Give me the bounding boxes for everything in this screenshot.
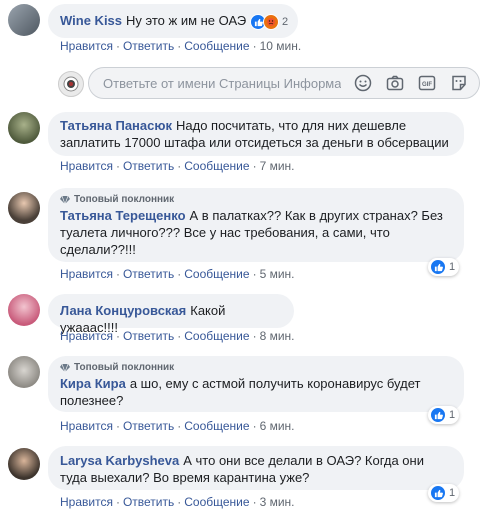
reactions-summary[interactable]: 1 — [428, 484, 460, 502]
message-link[interactable]: Сообщение — [184, 159, 249, 173]
comment-author[interactable]: Татьяна Панасюк — [60, 118, 172, 133]
reply-link[interactable]: Ответить — [123, 495, 174, 509]
comment-time[interactable]: 5 мин. — [260, 267, 295, 281]
message-link[interactable]: Сообщение — [184, 267, 249, 281]
reply-input[interactable] — [101, 74, 343, 92]
comment-actions: Нравится · Ответить · Сообщение · 6 мин. — [60, 419, 295, 433]
like-link[interactable]: Нравится — [60, 419, 113, 433]
comment-author[interactable]: Wine Kiss — [60, 13, 122, 28]
haha-reaction-icon — [263, 14, 279, 30]
like-reaction-icon — [430, 407, 446, 423]
reactions-summary[interactable]: 2 — [248, 13, 292, 31]
top-fan-icon — [60, 363, 70, 373]
message-link[interactable]: Сообщение — [184, 39, 249, 53]
reply-link[interactable]: Ответить — [123, 159, 174, 173]
like-link[interactable]: Нравится — [60, 159, 113, 173]
avatar[interactable] — [8, 356, 40, 388]
camera-icon[interactable] — [383, 71, 407, 95]
reply-link[interactable]: Ответить — [123, 39, 174, 53]
comment-author[interactable]: Лана Концуровская — [60, 303, 186, 318]
reactions-count: 2 — [282, 16, 289, 28]
like-reaction-icon — [430, 485, 446, 501]
comment-actions: Нравится · Ответить · Сообщение · 8 мин. — [60, 329, 295, 343]
reactions-count: 1 — [449, 261, 456, 273]
avatar[interactable] — [8, 4, 40, 36]
avatar[interactable] — [8, 192, 40, 224]
comment-author[interactable]: Larysa Karbysheva — [60, 453, 179, 468]
svg-text:GIF: GIF — [422, 82, 432, 88]
message-link[interactable]: Сообщение — [184, 495, 249, 509]
comment-bubble: Larysa Karbysheva А что они все делали в … — [48, 446, 464, 490]
comment-bubble: Татьяна Панасюк Надо посчитать, что для н… — [48, 112, 464, 156]
reactions-count: 1 — [449, 409, 456, 421]
reply-composer[interactable]: GIF — [88, 67, 480, 99]
sticker-icon[interactable] — [447, 71, 471, 95]
like-link[interactable]: Нравится — [60, 329, 113, 343]
comment-bubble: Топовый поклонник Татьяна Терещенко А в п… — [48, 188, 464, 262]
comment-actions: Нравится · Ответить · Сообщение · 5 мин. — [60, 267, 295, 281]
reactions-count: 1 — [449, 487, 456, 499]
comment-bubble: Лана Концуровская Какой ужааас!!!! — [48, 294, 294, 335]
top-fan-badge: Топовый поклонник — [60, 361, 452, 374]
like-link[interactable]: Нравится — [60, 39, 113, 53]
comment-time[interactable]: 7 мин. — [260, 159, 295, 173]
reactions-summary[interactable]: 1 — [428, 258, 460, 276]
reply-link[interactable]: Ответить — [123, 267, 174, 281]
reactions-summary[interactable]: 1 — [428, 406, 460, 424]
comment-time[interactable]: 8 мин. — [260, 329, 295, 343]
message-link[interactable]: Сообщение — [184, 329, 249, 343]
comment-author[interactable]: Кира Кира — [60, 376, 126, 391]
page-avatar — [58, 71, 84, 97]
comment-time[interactable]: 10 мин. — [260, 39, 302, 53]
message-link[interactable]: Сообщение — [184, 419, 249, 433]
top-fan-icon — [60, 195, 70, 205]
like-link[interactable]: Нравится — [60, 267, 113, 281]
comment-actions: Нравится · Ответить · Сообщение · 7 мин. — [60, 159, 295, 173]
like-reaction-icon — [430, 259, 446, 275]
comment-bubble: Топовый поклонник Кира Кира а шо, ему с а… — [48, 356, 464, 412]
smiley-icon[interactable] — [351, 71, 375, 95]
comment-time[interactable]: 6 мин. — [260, 419, 295, 433]
comment-time[interactable]: 3 мин. — [260, 495, 295, 509]
avatar[interactable] — [8, 112, 40, 144]
avatar[interactable] — [8, 294, 40, 326]
reply-link[interactable]: Ответить — [123, 419, 174, 433]
top-fan-badge: Топовый поклонник — [60, 193, 452, 206]
reply-link[interactable]: Ответить — [123, 329, 174, 343]
comment-actions: Нравится · Ответить · Сообщение · 3 мин. — [60, 495, 295, 509]
like-link[interactable]: Нравится — [60, 495, 113, 509]
comment-author[interactable]: Татьяна Терещенко — [60, 208, 186, 223]
gif-icon[interactable]: GIF — [415, 71, 439, 95]
comment-actions: Нравится · Ответить · Сообщение · 10 мин. — [60, 39, 302, 53]
comment-text: Ну это ж им не ОАЭ — [126, 13, 247, 28]
avatar[interactable] — [8, 448, 40, 480]
